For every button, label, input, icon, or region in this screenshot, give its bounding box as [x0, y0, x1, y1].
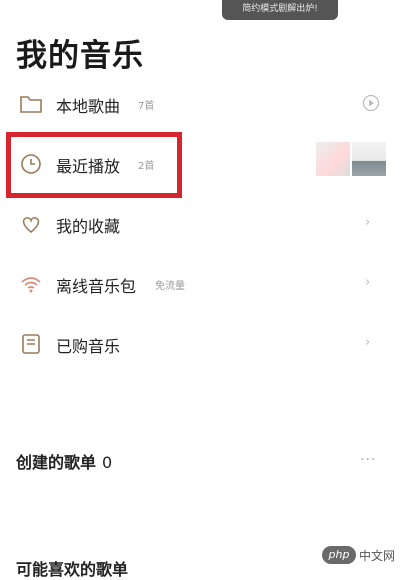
recent-thumbnail-2 [352, 142, 386, 176]
watermark-logo: php [322, 546, 356, 564]
heart-icon [22, 217, 40, 234]
wifi-icon [21, 277, 41, 293]
chevron-right-icon: › [365, 215, 371, 230]
menu-item-label: 已购音乐 [56, 337, 121, 356]
song-count: 7首 [138, 101, 155, 112]
folder-icon [20, 96, 42, 113]
watermark: php 中文网 [322, 544, 395, 566]
free-data-badge: 免流量 [155, 281, 185, 292]
menu-item-label: 我的收藏 [56, 217, 121, 236]
menu-item-favorites[interactable]: 我的收藏 › [0, 198, 400, 248]
recent-thumbnail-1 [316, 142, 350, 176]
page-title: 我的音乐 [16, 38, 144, 74]
purchase-icon [22, 334, 40, 354]
highlight-box [6, 132, 182, 198]
section-title: 创建的歌单 [16, 453, 97, 472]
menu-item-label: 离线音乐包 [56, 277, 137, 296]
menu-item-label: 本地歌曲 [56, 97, 121, 116]
menu-item-offline-pack[interactable]: 离线音乐包 免流量 › [0, 258, 400, 308]
liked-playlists-header: 可能喜欢的歌单 [16, 560, 129, 579]
chevron-right-icon: › [365, 335, 371, 350]
menu-item-local-songs[interactable]: 本地歌曲 7首 [0, 78, 400, 128]
toast-banner: 简约模式剧解出炉! [222, 0, 338, 20]
chevron-right-icon: › [365, 275, 371, 290]
created-playlists-header[interactable]: 创建的歌单 0 [16, 449, 112, 473]
play-circle-icon[interactable] [362, 94, 380, 112]
watermark-text: 中文网 [359, 548, 396, 563]
menu-item-purchased[interactable]: 已购音乐 › [0, 318, 400, 368]
playlist-count: 0 [102, 453, 113, 472]
more-options-icon[interactable]: ··· [360, 452, 376, 468]
